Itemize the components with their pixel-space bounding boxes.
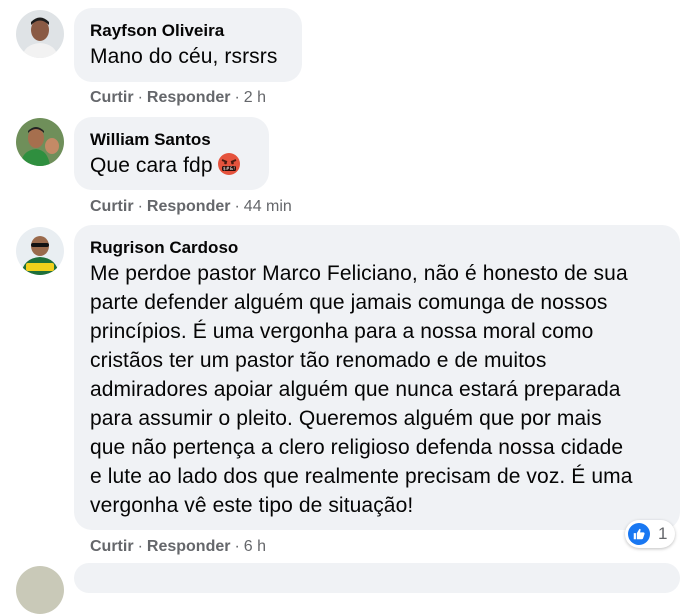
reaction-summary[interactable]: 1 bbox=[625, 520, 676, 548]
avatar-photo-icon bbox=[16, 10, 64, 58]
comment-bubble: William Santos Que cara fdp $#&! bbox=[74, 117, 269, 190]
comment-author[interactable]: Rayfson Oliveira bbox=[90, 20, 286, 42]
comment-author[interactable]: Rugrison Cardoso bbox=[90, 237, 664, 259]
comment-text: Que cara fdp $#&! bbox=[90, 151, 253, 180]
avatar[interactable] bbox=[16, 227, 64, 275]
like-link[interactable]: Curtir bbox=[90, 198, 134, 215]
avatar[interactable] bbox=[16, 118, 64, 166]
separator-dot: · bbox=[234, 89, 240, 106]
avatar-photo-icon bbox=[16, 118, 64, 166]
like-link[interactable]: Curtir bbox=[90, 89, 134, 106]
separator-dot: · bbox=[234, 198, 240, 215]
comment-timestamp[interactable]: 2 h bbox=[244, 89, 266, 106]
comment-text-content: Que cara fdp bbox=[90, 154, 213, 177]
reaction-count: 1 bbox=[658, 524, 668, 543]
comment-bubble: Rugrison Cardoso Me perdoe pastor Marco … bbox=[74, 225, 680, 530]
angry-cursing-face-emoji-icon: $#&! bbox=[217, 152, 241, 176]
avatar[interactable] bbox=[16, 566, 64, 614]
separator-dot: · bbox=[137, 89, 143, 106]
comment-text-line: cristãos ter um pastor tão renomado e de… bbox=[90, 349, 547, 372]
svg-text:$#&!: $#&! bbox=[222, 166, 234, 172]
comment-bubble: Rayfson Oliveira Mano do céu, rsrsrs bbox=[74, 8, 302, 82]
comment-text-line: Me perdoe pastor Marco Feliciano, não é … bbox=[90, 262, 628, 285]
comment-text-line: parte defender alguém que jamais comunga… bbox=[90, 291, 608, 314]
reply-link[interactable]: Responder bbox=[147, 89, 231, 106]
reply-link[interactable]: Responder bbox=[147, 538, 231, 555]
comment-bubble bbox=[74, 563, 680, 593]
comment-author[interactable]: William Santos bbox=[90, 129, 253, 151]
comment-text-line: princípios. É uma vergonha para a nossa … bbox=[90, 320, 594, 343]
comment-text-line: vergonha vê este tipo de situação! bbox=[90, 494, 414, 517]
separator-dot: · bbox=[137, 538, 143, 555]
like-link[interactable]: Curtir bbox=[90, 538, 134, 555]
comment-text-line: para assumir o pleito. Queremos alguém q… bbox=[90, 407, 602, 430]
separator-dot: · bbox=[234, 538, 240, 555]
comment-timestamp[interactable]: 44 min bbox=[244, 198, 292, 215]
thumbs-up-icon bbox=[628, 523, 650, 545]
comment-actions: Curtir · Responder · 44 min bbox=[90, 197, 292, 217]
avatar-photo-icon bbox=[16, 227, 64, 275]
comment-actions: Curtir · Responder · 2 h bbox=[90, 88, 266, 108]
comment-text: Mano do céu, rsrsrs bbox=[90, 45, 278, 68]
avatar[interactable] bbox=[16, 10, 64, 58]
reply-link[interactable]: Responder bbox=[147, 198, 231, 215]
comment-timestamp[interactable]: 6 h bbox=[244, 538, 266, 555]
comment-text-line: e lute ao lado dos que realmente precisa… bbox=[90, 465, 633, 488]
separator-dot: · bbox=[137, 198, 143, 215]
comment-text-line: admiradores apoiar alguém que nunca esta… bbox=[90, 378, 621, 401]
comment-text-line: que não pertença a clero religioso defen… bbox=[90, 436, 624, 459]
comment-actions: Curtir · Responder · 6 h bbox=[90, 537, 266, 557]
